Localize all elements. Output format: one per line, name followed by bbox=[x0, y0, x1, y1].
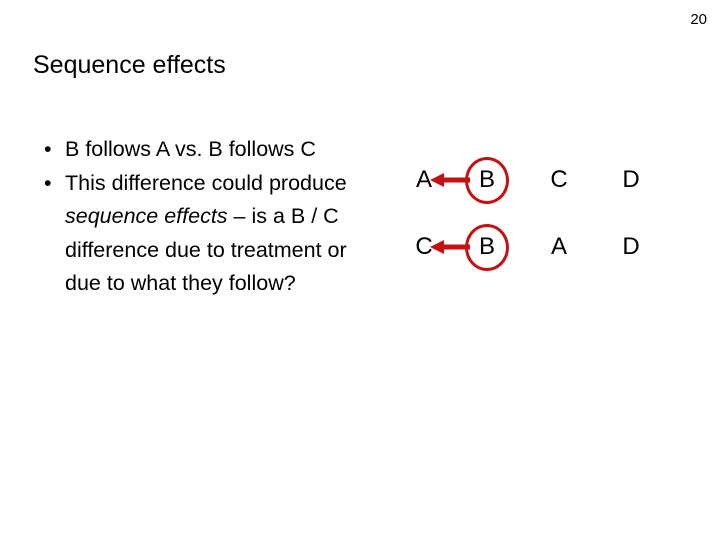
sequence-cell-r1c1: A bbox=[398, 154, 450, 206]
sequence-cell-r1c4: D bbox=[605, 154, 657, 206]
sequence-letter: A bbox=[415, 166, 432, 193]
sequence-letter: C bbox=[550, 166, 568, 193]
bullet-point-icon: • bbox=[44, 170, 52, 195]
sequence-cell-r1c2-highlighted: B bbox=[461, 154, 513, 206]
list-item-emphasis: sequence effects bbox=[65, 204, 228, 228]
list-item-label: B follows A vs. B follows C bbox=[65, 137, 316, 161]
sequence-row-2: C B A D bbox=[398, 221, 698, 273]
page-title: Sequence effects bbox=[33, 51, 226, 79]
sequence-letter: C bbox=[415, 233, 433, 260]
page-number: 20 bbox=[690, 11, 707, 28]
sequence-cell-r2c4: D bbox=[605, 221, 657, 273]
sequence-cell-r1c3: C bbox=[533, 154, 585, 206]
sequence-letter: A bbox=[550, 233, 567, 260]
sequence-diagram: A B C D C B A D bbox=[398, 148, 698, 273]
slide-canvas: 20 Sequence effects • B follows A vs. B … bbox=[0, 0, 720, 540]
sequence-row-1: A B C D bbox=[398, 154, 698, 206]
sequence-letter: B bbox=[478, 233, 495, 260]
list-item: • B follows A vs. B follows C bbox=[32, 133, 362, 167]
sequence-cell-r2c1: C bbox=[398, 221, 450, 273]
sequence-cell-r2c3: A bbox=[533, 221, 585, 273]
list-item: • This difference could produce sequence… bbox=[32, 167, 362, 301]
sequence-letter: B bbox=[478, 166, 495, 193]
bullet-list: • B follows A vs. B follows C • This dif… bbox=[32, 133, 362, 301]
bullet-point-icon: • bbox=[44, 137, 52, 161]
sequence-letter: D bbox=[622, 166, 640, 193]
list-item-text-prefix: This difference could produce bbox=[65, 170, 347, 195]
sequence-letter: D bbox=[622, 233, 640, 260]
list-item-label: This difference could produce sequence e… bbox=[65, 167, 362, 301]
sequence-cell-r2c2-highlighted: B bbox=[461, 221, 513, 273]
